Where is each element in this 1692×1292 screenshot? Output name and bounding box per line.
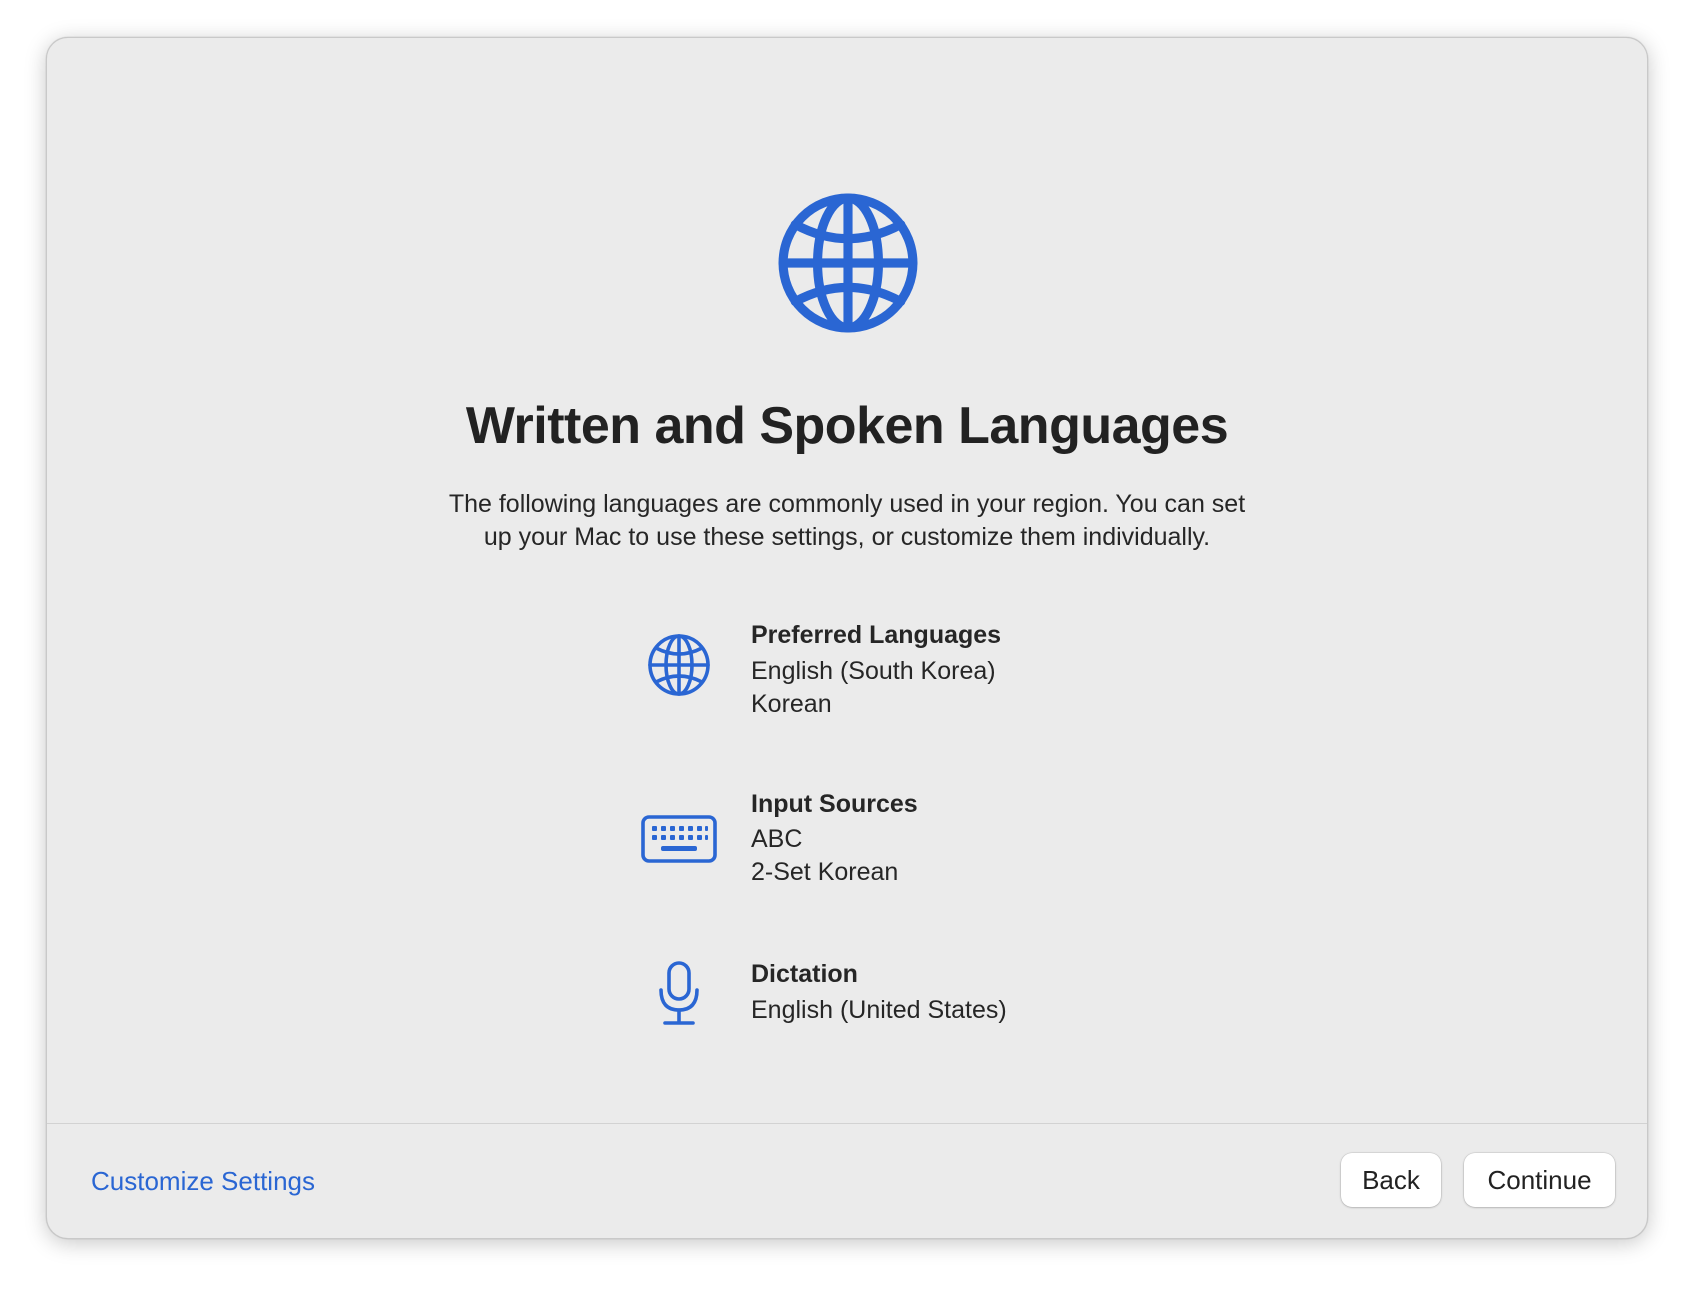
footer-divider [47,1123,1647,1124]
section-value: Korean [751,690,832,718]
section-value: English (United States) [751,996,1007,1024]
section-value: English (South Korea) [751,657,996,685]
globe-icon [778,193,918,333]
section-value: 2-Set Korean [751,858,899,886]
customize-settings-link[interactable]: Customize Settings [91,1166,315,1197]
setup-assistant-window: Written and Spoken Languages The followi… [46,37,1648,1239]
section-title: Dictation [751,960,858,988]
section-title: Input Sources [751,790,918,818]
microphone-icon [659,961,699,1025]
continue-button[interactable]: Continue [1464,1153,1615,1207]
description-line-2: up your Mac to use these settings, or cu… [483,523,1211,551]
globe-icon [648,634,710,696]
page-title: Written and Spoken Languages [465,397,1229,455]
section-title: Preferred Languages [751,621,1002,649]
keyboard-icon [641,815,717,863]
description-line-1: The following languages are commonly use… [448,490,1246,518]
back-button[interactable]: Back [1341,1153,1441,1207]
page-description: The following languages are commonly use… [407,488,1287,554]
section-value: ABC [751,825,803,853]
